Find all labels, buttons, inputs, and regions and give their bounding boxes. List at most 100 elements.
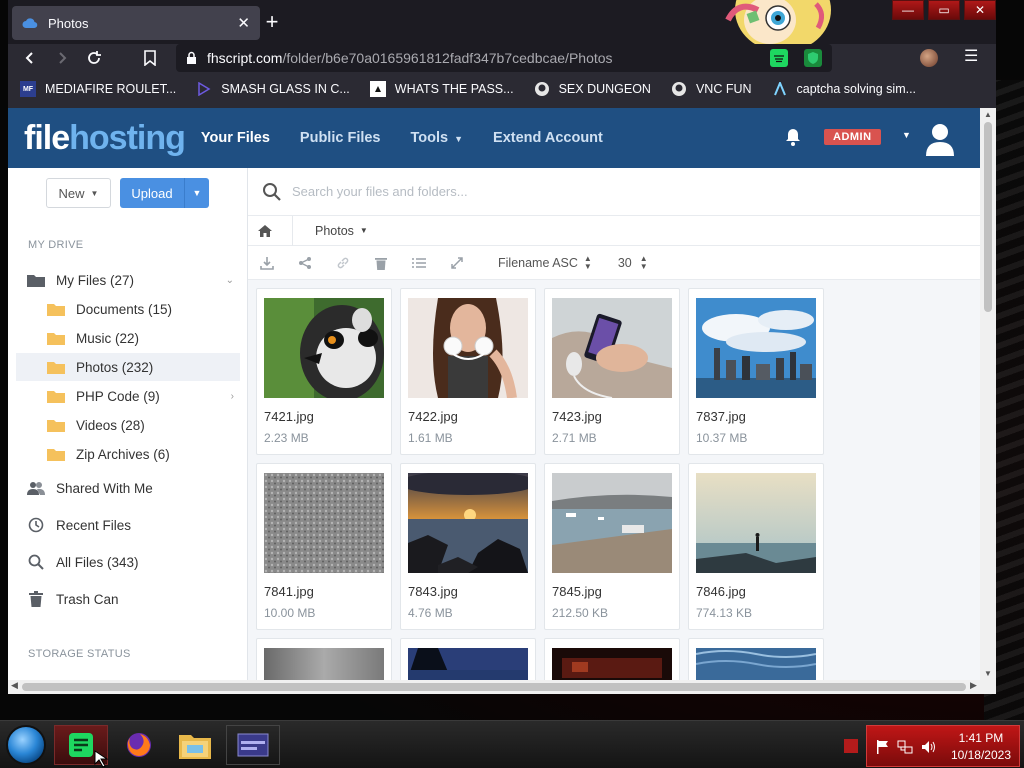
profile-avatar[interactable] [920, 49, 938, 67]
bookmark-item[interactable]: WHATS THE PASS... [369, 81, 514, 97]
close-tab-icon[interactable]: ✕ [237, 14, 250, 32]
search-bar[interactable]: Search your files and folders... [248, 168, 980, 216]
taskbar-app-firefox[interactable] [112, 725, 166, 765]
close-window-button[interactable]: ✕ [964, 0, 996, 20]
url-path: /folder/b6e70a0165961812fadf347b7cedbcae… [282, 50, 613, 66]
chevron-down-icon[interactable]: ▼ [184, 178, 209, 208]
search-input[interactable]: Search your files and folders... [292, 184, 468, 199]
chevron-down-icon[interactable]: ▼ [360, 226, 368, 235]
tray-up-arrow-icon[interactable] [844, 739, 858, 753]
sidebar-item-recent[interactable]: Recent Files [16, 511, 240, 539]
scrollbar-thumb[interactable] [22, 683, 966, 691]
storage-status-heading: STORAGE STATUS [28, 648, 131, 660]
bookmark-item[interactable]: MF MEDIAFIRE ROULET... [20, 81, 176, 97]
scroll-right-icon[interactable]: ▶ [970, 680, 977, 691]
download-icon[interactable] [260, 256, 274, 270]
list-view-icon[interactable] [412, 256, 426, 270]
bookmark-item[interactable]: captcha solving sim... [772, 81, 916, 97]
home-icon[interactable] [257, 223, 273, 239]
file-card[interactable]: 7843.jpg 4.76 MB [400, 463, 536, 630]
share-icon[interactable] [298, 256, 312, 270]
minimize-button[interactable]: — [892, 0, 924, 20]
scrollbar-thumb[interactable] [984, 122, 992, 312]
file-card[interactable] [400, 638, 536, 680]
link-icon[interactable] [336, 256, 350, 270]
trash-icon [26, 589, 46, 609]
tab-photos[interactable]: Photos ✕ [12, 6, 260, 40]
new-button[interactable]: New ▼ [46, 178, 111, 208]
nav-tools[interactable]: Tools ▼ [411, 130, 464, 146]
network-icon[interactable] [897, 739, 913, 755]
flag-icon[interactable] [875, 739, 891, 755]
nav-bar: fhscript.com/folder/b6e70a0165961812fadf… [8, 44, 996, 72]
file-card[interactable]: 7837.jpg 10.37 MB [688, 288, 824, 455]
file-toolbar: Filename ASC ▲ ▼ 30 ▲ ▼ [248, 246, 980, 280]
chevron-down-icon[interactable]: ▼ [902, 130, 911, 140]
extension-icon[interactable] [770, 49, 788, 67]
clock-time: 1:41 PM [958, 731, 1004, 745]
taskbar-app-explorer[interactable] [168, 725, 222, 765]
user-avatar-icon[interactable] [924, 122, 956, 156]
nav-your-files[interactable]: Your Files [201, 130, 270, 146]
bell-icon[interactable] [784, 128, 802, 146]
file-size: 2.71 MB [552, 431, 597, 445]
file-card[interactable]: 7421.jpg 2.23 MB [256, 288, 392, 455]
horizontal-scrollbar[interactable]: ◀ ▶ [8, 680, 996, 694]
bookmark-item[interactable]: VNC FUN [671, 81, 752, 97]
nav-extend-account[interactable]: Extend Account [493, 130, 603, 146]
folder-icon [46, 444, 66, 464]
site-logo[interactable]: filehosting [24, 119, 186, 158]
per-page-select[interactable]: 30 ▲ ▼ [618, 254, 648, 271]
bookmark-item[interactable]: SEX DUNGEON [534, 81, 651, 97]
admin-badge[interactable]: ADMIN [824, 129, 881, 145]
chevron-right-icon[interactable]: › [231, 391, 234, 402]
chevron-down-icon[interactable]: ⌄ [226, 275, 234, 286]
sidebar-item-trash[interactable]: Trash Can [16, 585, 240, 613]
taskbar-app-window[interactable] [226, 725, 280, 765]
sidebar-item-zip-archives[interactable]: Zip Archives (6) [16, 440, 240, 468]
sidebar-item-my-files[interactable]: My Files (27) ⌄ [16, 266, 240, 294]
sidebar-item-php-code[interactable]: PHP Code (9) › [16, 382, 240, 410]
menu-icon[interactable]: ☰ [964, 46, 978, 66]
upload-button[interactable]: Upload ▼ [120, 178, 209, 208]
bookmark-item[interactable]: SMASH GLASS IN C... [196, 81, 350, 97]
scroll-up-icon[interactable]: ▲ [980, 110, 996, 119]
start-button[interactable] [6, 725, 46, 765]
trash-icon[interactable] [374, 256, 388, 270]
url-host: fhscript.com [207, 50, 283, 66]
back-icon[interactable] [16, 44, 44, 72]
reload-icon[interactable] [80, 44, 108, 72]
thumbnail-person-shore [696, 473, 816, 573]
sidebar-item-shared[interactable]: Shared With Me [16, 474, 240, 502]
sort-select[interactable]: Filename ASC ▲ ▼ [498, 254, 592, 271]
thumbnail-sunset-rocks [408, 473, 528, 573]
file-card[interactable]: 7422.jpg 1.61 MB [400, 288, 536, 455]
file-card[interactable]: 7846.jpg 774.13 KB [688, 463, 824, 630]
sidebar-item-music[interactable]: Music (22) [16, 324, 240, 352]
scroll-left-icon[interactable]: ◀ [11, 680, 18, 691]
sidebar-item-photos[interactable]: Photos (232) [16, 353, 240, 381]
sidebar-item-videos[interactable]: Videos (28) [16, 411, 240, 439]
scroll-down-icon[interactable]: ▼ [980, 669, 996, 678]
expand-icon[interactable] [450, 256, 464, 270]
file-card[interactable]: 7841.jpg 10.00 MB [256, 463, 392, 630]
nav-public-files[interactable]: Public Files [300, 130, 381, 146]
clock[interactable]: 1:41 PM 10/18/2023 [951, 730, 1011, 764]
breadcrumb-photos[interactable]: Photos [315, 224, 354, 238]
file-card[interactable] [544, 638, 680, 680]
url-bar[interactable]: fhscript.com/folder/b6e70a0165961812fadf… [176, 44, 832, 72]
shield-icon[interactable] [804, 49, 822, 67]
window-controls: — ▭ ✕ [888, 0, 996, 22]
file-card[interactable]: 7423.jpg 2.71 MB [544, 288, 680, 455]
sidebar-item-documents[interactable]: Documents (15) [16, 295, 240, 323]
vertical-scrollbar[interactable]: ▲ ▼ [980, 108, 996, 680]
new-tab-button[interactable]: + [260, 11, 284, 35]
maximize-button[interactable]: ▭ [928, 0, 960, 20]
sidebar-item-all-files[interactable]: All Files (343) [16, 548, 240, 576]
file-card[interactable] [688, 638, 824, 680]
forward-icon[interactable] [48, 44, 76, 72]
volume-icon[interactable] [921, 739, 937, 755]
file-card[interactable] [256, 638, 392, 680]
file-card[interactable]: 7845.jpg 212.50 KB [544, 463, 680, 630]
bookmark-star-icon[interactable] [136, 44, 164, 72]
